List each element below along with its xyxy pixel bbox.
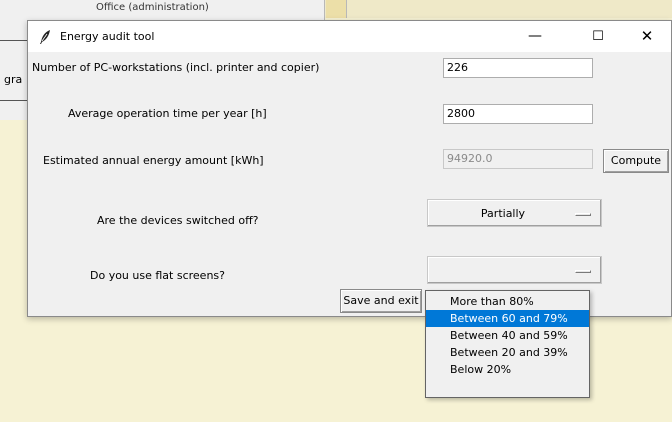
switched-off-value: Partially: [480, 207, 526, 220]
dropdown-option[interactable]: More than 80%: [426, 293, 589, 310]
operation-time-input[interactable]: 2800: [443, 104, 593, 124]
operation-time-label: Average operation time per year [h]: [68, 107, 267, 120]
window-title: Energy audit tool: [60, 30, 155, 43]
switched-off-label: Are the devices switched off?: [97, 214, 259, 227]
minimize-button[interactable]: —: [512, 21, 558, 52]
dropdown-option[interactable]: Between 40 and 59%: [426, 327, 589, 344]
flat-screens-dropdown-menu: More than 80% Between 60 and 79% Between…: [425, 290, 590, 398]
flat-screens-label: Do you use flat screens?: [90, 269, 225, 282]
feather-icon: [40, 30, 50, 44]
option-menu-indicator-icon: [575, 213, 591, 216]
energy-output-field: 94920.0: [443, 149, 593, 169]
workstations-label: Number of PC-workstations (incl. printer…: [32, 61, 320, 74]
background-app-tab: [326, 0, 347, 18]
dropdown-option[interactable]: Between 20 and 39%: [426, 344, 589, 361]
option-menu-indicator-icon: [575, 270, 591, 273]
background-divider: [0, 100, 28, 101]
workstations-input[interactable]: 226: [443, 58, 593, 78]
close-button[interactable]: ✕: [624, 21, 670, 52]
dropdown-option[interactable]: Below 20%: [426, 361, 589, 378]
background-divider: [0, 40, 28, 41]
switched-off-select[interactable]: Partially: [427, 199, 602, 227]
background-side-text: gra: [4, 73, 23, 86]
background-app-title: Office (administration): [96, 2, 209, 13]
dropdown-option-highlighted[interactable]: Between 60 and 79%: [426, 310, 589, 327]
compute-button[interactable]: Compute: [603, 149, 669, 173]
energy-label: Estimated annual energy amount [kWh]: [43, 154, 264, 167]
energy-audit-window: Energy audit tool — ☐ ✕ Number of PC-wor…: [27, 20, 672, 317]
window-titlebar[interactable]: Energy audit tool — ☐ ✕: [28, 21, 671, 52]
save-and-exit-button[interactable]: Save and exit: [340, 289, 422, 313]
maximize-button[interactable]: ☐: [575, 21, 621, 52]
flat-screens-select[interactable]: [427, 256, 602, 284]
